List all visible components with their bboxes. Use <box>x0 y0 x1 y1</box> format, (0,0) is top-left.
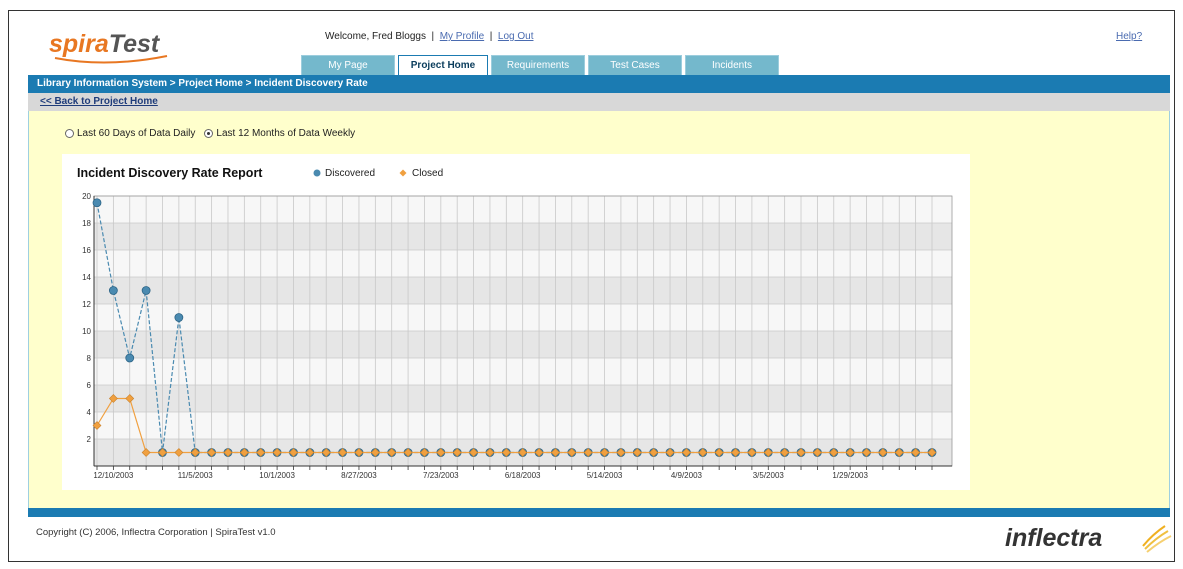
x-tick-label: 5/14/2003 <box>587 471 623 480</box>
x-tick-label: 3/5/2003 <box>753 471 785 480</box>
tab-test-cases[interactable]: Test Cases <box>588 55 682 75</box>
x-tick-label: 4/9/2003 <box>671 471 703 480</box>
my-profile-link[interactable]: My Profile <box>440 31 484 42</box>
y-tick-label: 18 <box>82 219 91 228</box>
x-tick-label: 12/10/2003 <box>93 471 134 480</box>
radio-label: Last 12 Months of Data Weekly <box>216 128 356 139</box>
radio-button-checked[interactable] <box>204 129 214 138</box>
y-tick-label: 20 <box>82 192 91 201</box>
y-tick-label: 8 <box>87 354 92 363</box>
radio-last-12-months[interactable]: Last 12 Months of Data Weekly <box>204 128 355 139</box>
y-tick-label: 6 <box>87 381 92 390</box>
y-tick-label: 2 <box>87 435 92 444</box>
tab-label: Project Home <box>410 60 476 71</box>
legend-discovered-marker <box>313 169 321 177</box>
tab-label: My Page <box>328 60 368 71</box>
log-out-link[interactable]: Log Out <box>498 31 534 42</box>
tab-label: Incidents <box>711 60 753 71</box>
back-to-project-home-link[interactable]: << Back to Project Home <box>40 96 158 107</box>
x-tick-label: 1/29/2003 <box>832 471 868 480</box>
tab-requirements[interactable]: Requirements <box>491 55 585 75</box>
data-point-discovered <box>92 198 102 208</box>
plot-area: 2 4 6 8 10 12 14 16 18 20 12/10/2003 11/5/2003 10/1/… <box>82 192 953 480</box>
logo-spira-text: spira <box>49 30 109 58</box>
tab-my-page[interactable]: My Page <box>301 55 395 75</box>
chart-panel: Incident Discovery Rate Report Discovere… <box>62 154 970 490</box>
spiratest-logo[interactable]: spiraTest <box>47 22 197 70</box>
x-tick-label: 8/27/2003 <box>341 471 377 480</box>
legend-discovered-label: Discovered <box>325 168 375 179</box>
x-tick-label: 7/23/2003 <box>423 471 459 480</box>
y-tick-label: 16 <box>82 246 91 255</box>
y-tick-label: 10 <box>82 327 91 336</box>
inflectra-logo[interactable]: inflectra <box>1003 520 1173 556</box>
x-tick-label: 11/5/2003 <box>178 471 214 480</box>
breadcrumb: Library Information System > Project Hom… <box>28 75 1170 93</box>
y-tick-label: 12 <box>82 300 91 309</box>
data-point-discovered <box>174 313 184 322</box>
y-tick-label: 14 <box>82 273 91 282</box>
chart-title: Incident Discovery Rate Report <box>77 166 263 180</box>
separator: | <box>431 31 435 42</box>
tab-project-home[interactable]: Project Home <box>398 55 488 75</box>
help-area: Help? <box>1116 31 1142 42</box>
x-tick-label: 10/1/2003 <box>259 471 295 480</box>
radio-label: Last 60 Days of Data Daily <box>77 128 196 139</box>
data-point-discovered <box>108 286 118 295</box>
logo-test-text: Test <box>109 30 161 58</box>
data-point-discovered <box>141 286 151 295</box>
tab-incidents[interactable]: Incidents <box>685 55 779 75</box>
help-link[interactable]: Help? <box>1116 31 1142 42</box>
y-tick-label: 4 <box>87 408 92 417</box>
legend-closed-marker <box>399 169 407 177</box>
separator: | <box>489 31 493 42</box>
welcome-line: Welcome, Fred Bloggs | My Profile | Log … <box>325 31 533 42</box>
incident-discovery-chart: Incident Discovery Rate Report Discovere… <box>77 166 953 480</box>
back-bar: << Back to Project Home <box>28 93 1170 111</box>
x-tick-label: 6/18/2003 <box>505 471 541 480</box>
radio-button[interactable] <box>65 129 74 138</box>
tab-label: Requirements <box>506 60 570 71</box>
welcome-text: Welcome, Fred Bloggs <box>325 31 426 42</box>
inflectra-text: inflectra <box>1005 524 1102 552</box>
footer-bar <box>28 508 1170 517</box>
date-range-options: Last 60 Days of Data Daily Last 12 Month… <box>65 128 364 139</box>
data-point-discovered <box>125 353 135 363</box>
copyright-text: Copyright (C) 2006, Inflectra Corporatio… <box>36 527 276 538</box>
radio-last-60-days[interactable]: Last 60 Days of Data Daily <box>65 128 195 139</box>
svg-text:spiraTest: spiraTest <box>49 30 161 58</box>
legend-closed-label: Closed <box>412 168 443 179</box>
tab-label: Test Cases <box>610 60 660 71</box>
